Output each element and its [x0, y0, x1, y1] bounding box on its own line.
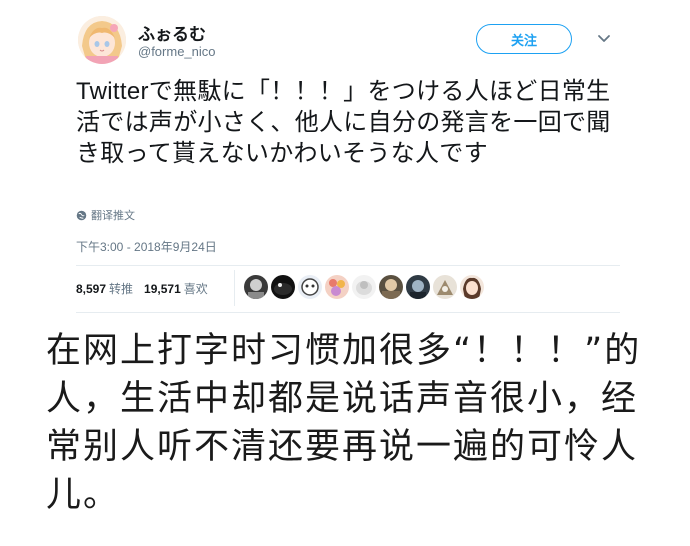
globe-icon: [76, 210, 87, 220]
like-count[interactable]: 19,571: [144, 282, 181, 296]
caption-text: 在网上打字时习惯加很多“！！！”的人，生活中却都是说话声音很小，经常别人听不清还…: [46, 331, 642, 515]
like-label[interactable]: 喜欢: [184, 280, 208, 297]
tweet-card: ふぉるむ @forme_nico 关注 Twitterで無駄に「！！！」をつける…: [60, 0, 620, 315]
divider: [234, 270, 235, 306]
liker-avatar[interactable]: [298, 275, 322, 299]
divider: [76, 265, 620, 266]
liker-avatar[interactable]: [379, 275, 403, 299]
tweet-stats: 8,597 转推 19,571 喜欢: [76, 280, 219, 297]
liker-avatar[interactable]: [406, 275, 430, 299]
liker-avatar[interactable]: [244, 275, 268, 299]
tweet-header: ふぉるむ @forme_nico 关注: [78, 14, 620, 70]
liker-avatar[interactable]: [325, 275, 349, 299]
retweet-count[interactable]: 8,597: [76, 282, 106, 296]
divider: [76, 312, 620, 313]
translate-label: 翻译推文: [91, 210, 135, 222]
display-name[interactable]: ふぉるむ: [138, 20, 206, 45]
liker-avatars: [244, 275, 484, 299]
avatar[interactable]: [78, 16, 126, 64]
chevron-down-icon[interactable]: [596, 30, 612, 46]
liker-avatar[interactable]: [271, 275, 295, 299]
retweet-label[interactable]: 转推: [109, 280, 133, 297]
page: ふぉるむ @forme_nico 关注 Twitterで無駄に「！！！」をつける…: [0, 0, 690, 546]
tweet-timestamp[interactable]: 下午3:00 - 2018年9月24日: [76, 238, 217, 255]
liker-avatar[interactable]: [352, 275, 376, 299]
translate-tweet-link[interactable]: 翻译推文: [76, 207, 135, 223]
liker-avatar[interactable]: [433, 275, 457, 299]
liker-avatar[interactable]: [460, 275, 484, 299]
tweet-text: Twitterで無駄に「！！！」をつける人ほど日常生活では声が小さく、他人に自分…: [76, 78, 611, 167]
user-handle[interactable]: @forme_nico: [138, 44, 216, 59]
follow-button[interactable]: 关注: [476, 24, 572, 54]
